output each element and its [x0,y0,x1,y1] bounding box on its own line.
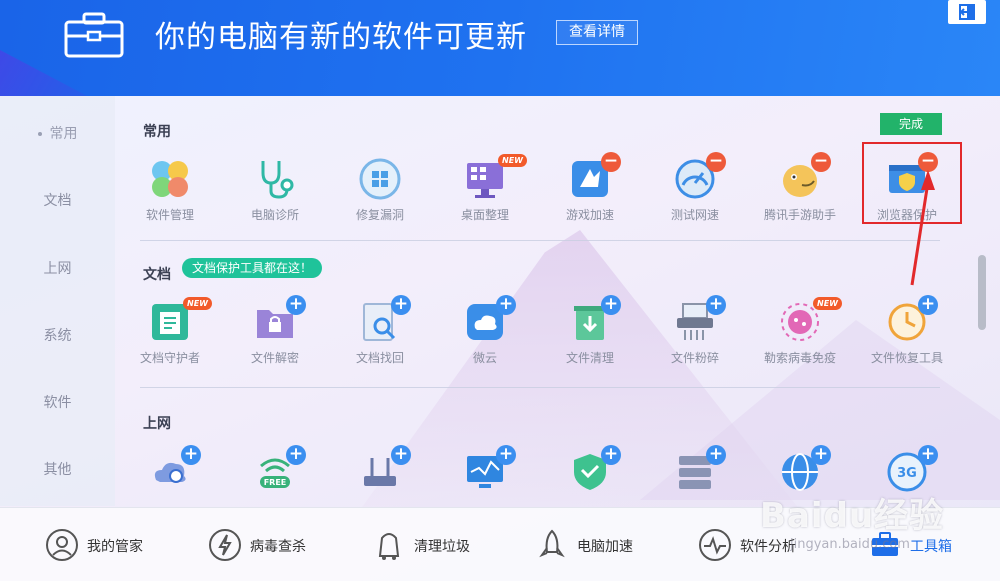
3g-text: 3G [897,466,917,481]
nav-label: 软件分析 [740,539,796,555]
add-badge[interactable]: + [811,445,831,465]
tool-desktop-organizer[interactable]: NEW 桌面整理 [430,154,540,227]
tool-label: 勒索病毒免疫 [763,351,836,365]
nav-label: 我的管家 [87,539,143,555]
new-badge: NEW [813,297,842,310]
tool-label: 文档找回 [355,351,404,365]
lightning-shield-icon [209,529,241,561]
nav-label: 清理垃圾 [414,539,470,555]
rocket-icon [539,529,565,558]
tool-label: 文件解密 [250,351,299,365]
tool-weiyun[interactable]: + 微云 [430,295,540,370]
tool-ransomware-immunity[interactable]: NEW 勒索病毒免疫 [745,297,855,370]
tool-label: 腾讯手游助手 [763,208,836,222]
remove-badge[interactable]: − [811,152,831,172]
tool-doc-recovery[interactable]: + 文档找回 [325,295,435,370]
add-badge[interactable]: + [601,445,621,465]
vacuum-icon [378,533,400,560]
done-button[interactable]: 完成 [880,113,942,135]
tool-file-decrypt[interactable]: + 文件解密 [220,295,330,370]
add-badge[interactable]: + [496,445,516,465]
tool-label: 软件管理 [145,208,194,222]
vertical-scrollbar[interactable] [978,255,986,330]
wifi-free-text: FREE [264,478,287,487]
tool-label: 游戏加速 [565,208,614,222]
tool-file-cleanup[interactable]: + 文件清理 [535,295,645,370]
add-badge[interactable]: + [706,295,726,315]
add-badge[interactable]: + [918,295,938,315]
update-banner: 你的电脑有新的软件可更新 查看详情 [0,0,1000,96]
tool-label: 文件粉碎 [670,351,719,365]
sidebar-item-web[interactable]: 上网 [0,258,115,278]
banner-title: 你的电脑有新的软件可更新 [155,20,527,55]
baidu-watermark: Baidu经验 [760,496,945,536]
nav-label: 电脑加速 [577,539,633,555]
tool-software-manager[interactable]: 软件管理 [115,157,225,227]
add-badge[interactable]: + [391,445,411,465]
tool-label: 测试网速 [670,208,719,222]
tool-doc-guardian[interactable]: NEW 文档守护者 [115,297,225,370]
view-details-button[interactable]: 查看详情 [556,20,638,45]
pulse-analysis-icon [699,529,731,561]
section-divider [140,240,940,241]
remove-badge[interactable]: − [706,152,726,172]
category-sidebar: 常用 文档 上网 系统 软件 其他 [0,96,115,506]
toolbox-icon [64,12,124,58]
sidebar-item-docs[interactable]: 文档 [0,190,115,210]
section-title-common: 常用 [143,124,171,140]
add-badge[interactable]: + [391,295,411,315]
remove-badge[interactable]: − [601,152,621,172]
windows-repair-icon [359,158,401,200]
tool-label: 文件恢复工具 [870,351,943,365]
add-badge[interactable]: + [496,295,516,315]
tool-label: 修复漏洞 [355,208,404,222]
tool-mobile-game-assistant[interactable]: − 腾讯手游助手 [745,152,855,227]
software-manager-icon [152,161,188,197]
docs-tip-bubble: 文档保护工具都在这！ [182,258,323,278]
section-divider [140,387,940,388]
add-badge[interactable]: + [918,445,938,465]
tool-label: 文档守护者 [139,351,200,365]
section-title-web: 上网 [143,416,171,432]
stethoscope-icon [261,161,294,199]
add-badge[interactable]: + [601,295,621,315]
sidebar-item-software[interactable]: 软件 [0,392,115,412]
tool-fix-vulnerabilities[interactable]: 修复漏洞 [325,157,435,227]
nav-label: 病毒查杀 [250,539,306,555]
add-badge[interactable]: + [706,445,726,465]
tool-label: 桌面整理 [460,208,509,222]
add-badge[interactable]: + [286,445,306,465]
tool-game-boost[interactable]: − 游戏加速 [535,152,645,227]
new-badge: NEW [183,297,212,310]
tool-label: 文件清理 [565,351,614,365]
baidu-watermark-url: jingyan.baidu.com [790,537,910,552]
manager-avatar-icon [46,529,78,561]
tool-file-restore[interactable]: + 文件恢复工具 [852,295,962,370]
highlight-box [862,142,962,224]
add-badge[interactable]: + [286,295,306,315]
sidebar-item-common[interactable]: 常用 [0,123,115,143]
tool-label: 微云 [472,351,497,365]
sidebar-item-system[interactable]: 系统 [0,325,115,345]
tool-label: 电脑诊所 [250,208,299,222]
tool-speed-test[interactable]: − 测试网速 [640,152,750,227]
add-badge[interactable]: + [181,445,201,465]
section-title-docs: 文档 [143,267,171,283]
nav-label: 工具箱 [910,539,952,555]
tool-file-shredder[interactable]: + 文件粉碎 [640,295,750,370]
app-window: 你的电脑有新的软件可更新 查看详情 常用 文档 上网 系统 软件 其他 常用 完… [0,0,1000,581]
new-badge: NEW [498,154,527,167]
exit-icon[interactable] [948,0,986,24]
sidebar-item-other[interactable]: 其他 [0,459,115,479]
tool-pc-clinic[interactable]: 电脑诊所 [220,157,330,227]
